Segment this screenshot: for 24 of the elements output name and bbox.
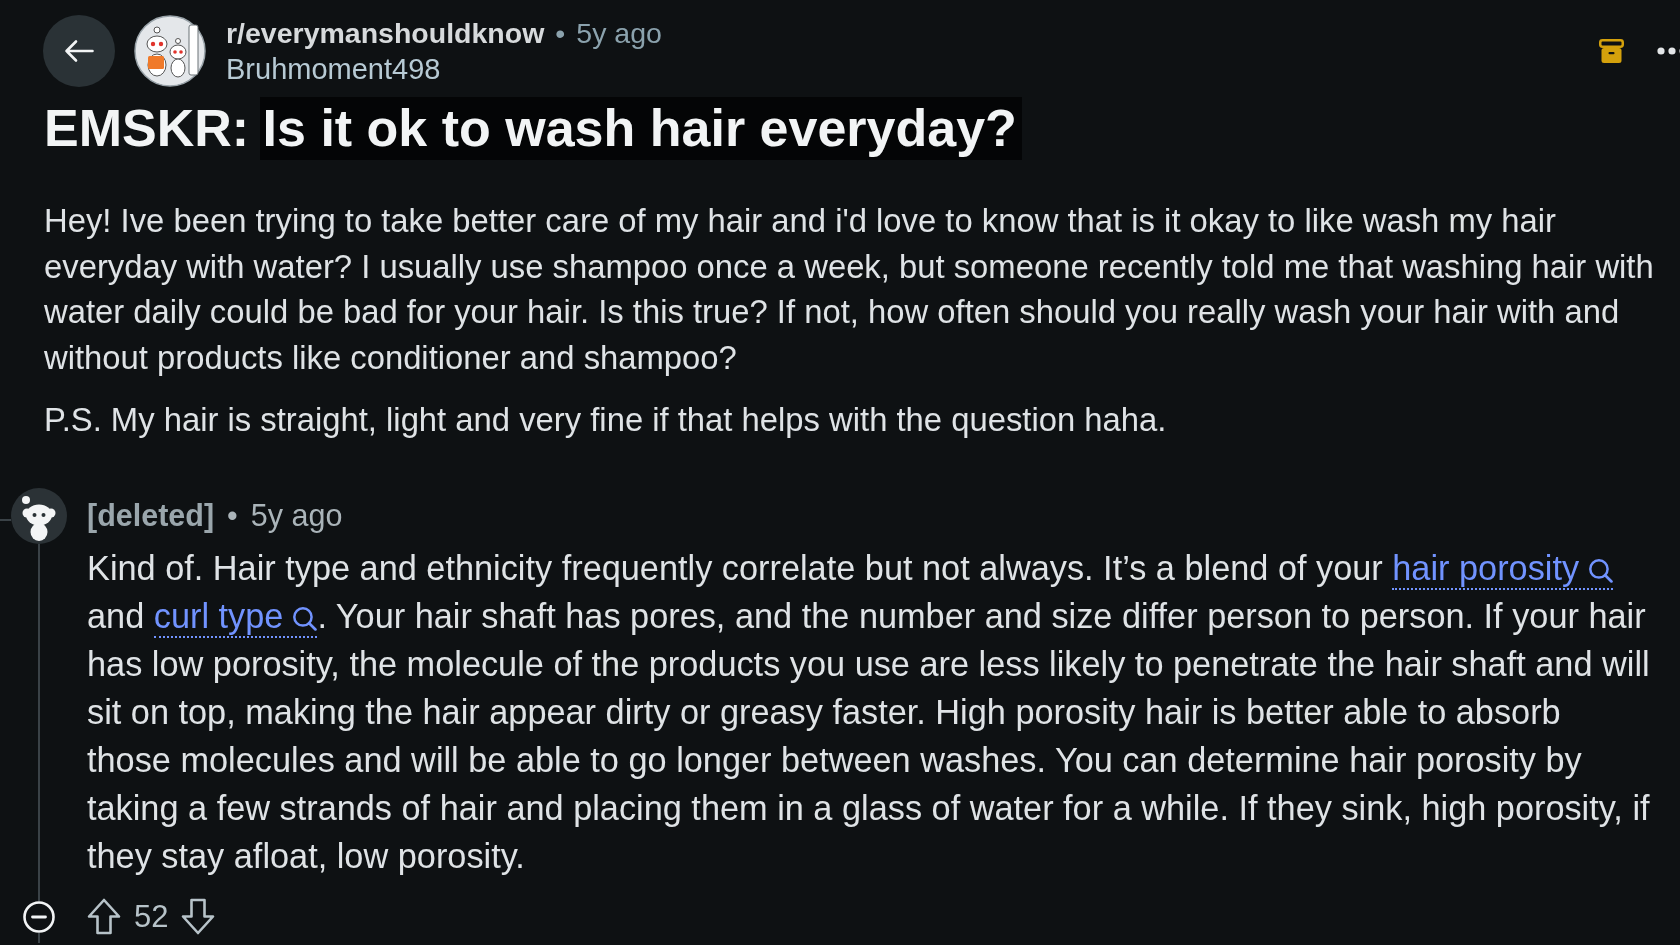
search-term-link[interactable]: curl type bbox=[153, 596, 318, 638]
post-paragraph: P.S. My hair is straight, light and very fine if that helps with the question haha. bbox=[44, 400, 1168, 441]
subreddit-avatar[interactable] bbox=[134, 15, 206, 87]
down-arrow-icon[interactable] bbox=[181, 898, 216, 936]
back-arrow-icon bbox=[64, 39, 94, 63]
user-avatar[interactable] bbox=[11, 487, 67, 544]
meta-separator: • bbox=[555, 16, 566, 50]
vote-count: 52 bbox=[134, 898, 169, 935]
comment-time: 5y ago bbox=[250, 498, 343, 534]
overflow-menu-icon[interactable] bbox=[1657, 47, 1680, 55]
post-time: 5y ago bbox=[576, 16, 662, 50]
minus-circle-icon[interactable] bbox=[23, 900, 55, 933]
search-term-link[interactable]: hair porosity bbox=[1392, 548, 1614, 590]
post-title: EMSKR: Is it ok to wash hair everyday? bbox=[0, 97, 1680, 160]
search-icon bbox=[292, 605, 318, 631]
meta-separator: • bbox=[227, 498, 238, 534]
subreddit-link[interactable]: r/everymanshouldknow bbox=[226, 16, 545, 50]
comment-text: Kind of. Hair type and ethnicity frequently correlate but not always. It’s a blend of your hair porosity and curl type . Your hair shaft has pores, and the number and size differ person to person. If your hair has low porosity, the molecule of the products you use are less likely to penetrate the hair shaft and will sit on top, making the hair appear dirty or greasy faster. High porosity hair is better able to absorb those molecules and will be able to go longer between washes. You can determine hair porosity by taking a few strands of hair and placing them in a glass of water for a while. If they sink, high porosity, if they stay afloat, low porosity. bbox=[87, 547, 1651, 877]
up-arrow-icon[interactable] bbox=[87, 898, 121, 936]
post-paragraph: Hey! Ive been trying to take better care of my hair and i'd love to know that is it okay to like wash my hair everyday with water? I usually use shampoo once a week, but someone recently told me that washing hair with water daily could be bad for your hair. Is this true? If not, how often should you really wash your hair with and without products like conditioner and shampoo? bbox=[44, 201, 1655, 378]
author-link[interactable]: Bruhmoment498 bbox=[226, 51, 662, 87]
search-icon bbox=[1588, 557, 1614, 583]
box-icon[interactable] bbox=[1599, 39, 1624, 63]
comment-author[interactable]: [deleted] bbox=[87, 498, 215, 534]
